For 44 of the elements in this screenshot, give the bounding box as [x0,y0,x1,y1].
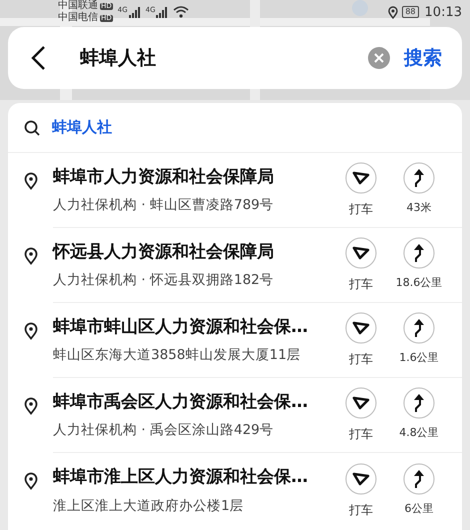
route-button[interactable]: 1.6公里 [396,312,442,366]
search-icon [24,120,40,136]
direction-icon [403,462,435,494]
search-button[interactable]: 搜索 [404,44,442,72]
route-button[interactable]: 18.6公里 [396,237,442,292]
place-title[interactable]: 蚌埠市人力资源和社会保障局 [53,164,343,190]
clock-time: 10:13 [424,6,462,18]
place-title[interactable]: 蚌埠市淮上区人力资源和社会保… [53,465,343,491]
location-pin-icon [24,472,38,490]
suggestion-item[interactable]: 蚌埠人社 [52,116,112,139]
place-address: 淮上区淮上大道政府办公楼1层 [53,496,245,516]
place-title[interactable]: 蚌埠市蚌山区人力资源和社会保… [53,314,343,340]
location-pin-icon [24,172,38,190]
place-address: 人力社保机构 · 禹会区涂山路429号 [53,421,275,440]
search-bar[interactable]: 蚌埠人社 搜索 [8,27,462,89]
place-address: 人力社保机构 · 蚌山区曹凌路789号 [53,196,275,216]
taxi-button[interactable]: 打车 [343,162,379,218]
taxi-button[interactable]: 打车 [343,312,379,368]
direction-icon [403,312,435,344]
close-icon [374,53,384,63]
clear-button[interactable] [368,47,390,69]
location-pin-icon [24,247,38,265]
location-pin-icon [24,397,38,415]
place-address: 蚌山区东海大道3858蚌山发展大厦11层 [53,346,302,366]
direction-icon [403,162,435,194]
place-address: 人力社保机构 · 怀远县双拥路182号 [53,271,275,290]
location-icon [388,6,398,18]
place-title[interactable]: 蚌埠市禹会区人力资源和社会保… [53,390,343,416]
direction-icon [403,237,435,269]
carrier-name: 中国电信 [58,13,98,23]
signal-icon [156,6,168,18]
location-pin-icon [24,322,38,340]
taxi-button[interactable]: 打车 [343,462,379,518]
route-button[interactable]: 43米 [396,162,442,216]
route-button[interactable]: 4.8公里 [396,387,442,442]
carrier-name: 中国联通 [58,1,98,11]
place-title[interactable]: 怀远县人力资源和社会保障局 [53,240,343,266]
route-button[interactable]: 6公里 [396,462,442,517]
taxi-button[interactable]: 打车 [343,237,379,293]
wifi-icon [173,6,190,18]
signal-icon [128,6,141,18]
taxi-button[interactable]: 打车 [343,387,379,443]
direction-icon [403,387,435,419]
battery-level: 88 [402,6,419,18]
